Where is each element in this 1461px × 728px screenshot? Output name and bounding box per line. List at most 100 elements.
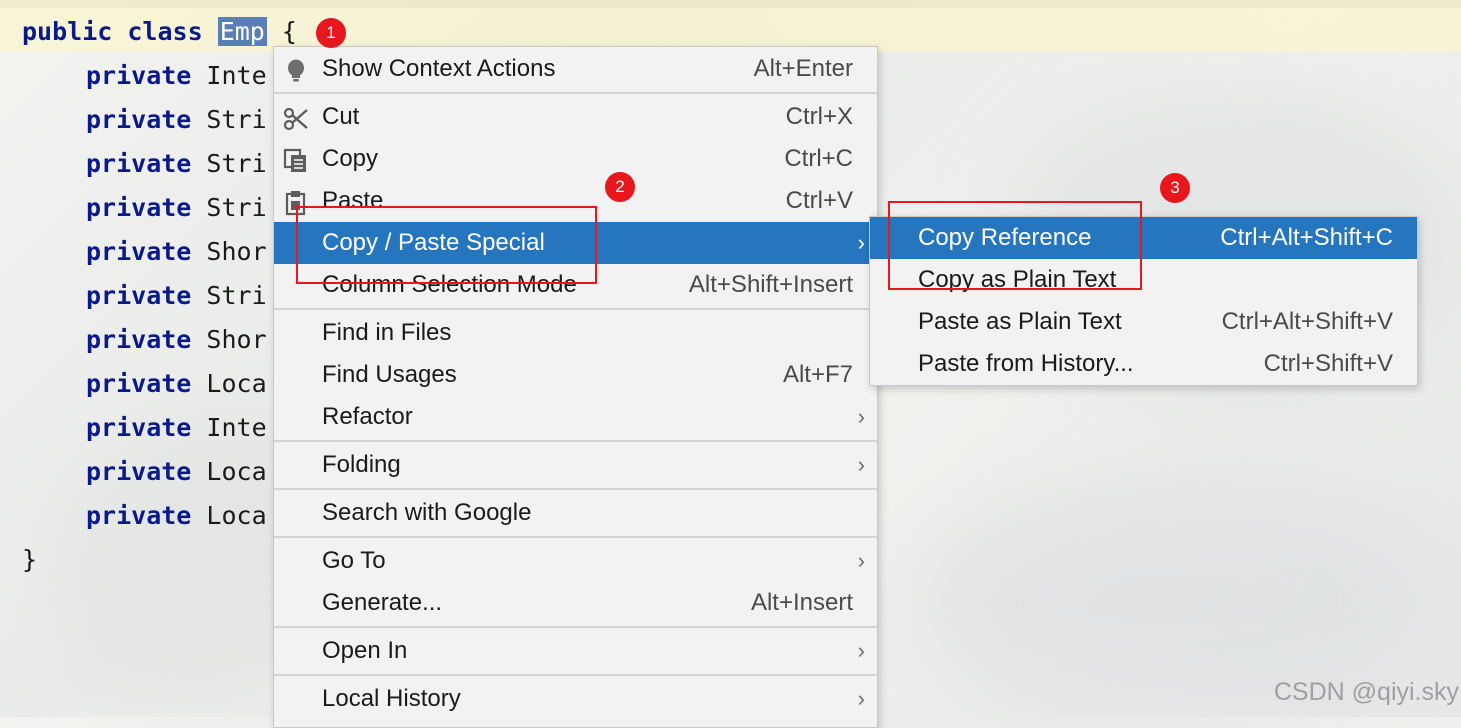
menu-separator [274, 626, 877, 628]
chevron-right-icon: › [857, 686, 865, 711]
field-type: Inte [206, 413, 267, 442]
submenu-item-paste-from-history[interactable]: Paste from History... Ctrl+Shift+V [870, 343, 1417, 385]
menu-item-shortcut: Ctrl+Shift+V [1263, 350, 1393, 377]
menu-item-label: Folding [322, 451, 401, 478]
menu-item-local-history[interactable]: Local History › [274, 678, 877, 720]
code-keyword: private [86, 325, 192, 354]
menu-item-open-in[interactable]: Open In › [274, 630, 877, 672]
menu-item-label: Open In [322, 637, 408, 664]
code-keyword: private [86, 457, 192, 486]
code-keyword: private [86, 237, 192, 266]
menu-item-shortcut: Ctrl+Alt+Shift+C [1220, 224, 1393, 251]
code-keyword: private [86, 105, 192, 134]
field-line[interactable]: private Inte [86, 54, 267, 98]
chevron-right-icon: › [857, 230, 865, 255]
code-keyword: private [86, 369, 192, 398]
lightbulb-icon [283, 56, 309, 82]
field-type: Loca [206, 369, 267, 398]
menu-item-folding[interactable]: Folding › [274, 444, 877, 486]
watermark: CSDN @qiyi.sky [1273, 678, 1459, 706]
chevron-right-icon: › [857, 548, 865, 573]
menu-item-generate[interactable]: Generate... Alt+Insert [274, 582, 877, 624]
code-keyword: private [86, 413, 192, 442]
menu-item-label: Refactor [322, 403, 413, 430]
menu-item-show-context-actions[interactable]: Show Context Actions Alt+Enter [274, 48, 877, 90]
menu-item-go-to[interactable]: Go To › [274, 540, 877, 582]
code-brace: { [281, 17, 297, 46]
field-line[interactable]: private Loca [86, 494, 267, 538]
field-line[interactable]: private Loca [86, 362, 267, 406]
annotation-box-copy-reference [888, 201, 1142, 290]
field-type: Loca [206, 501, 267, 530]
menu-item-cut[interactable]: Cut Ctrl+X [274, 96, 877, 138]
field-type: Inte [206, 61, 267, 90]
step-badge-1: 1 [316, 18, 346, 48]
code-keyword: private [86, 501, 192, 530]
menu-item-shortcut: Alt+Enter [753, 55, 853, 82]
field-line[interactable]: private Stri [86, 274, 267, 318]
editor-context-menu: Show Context Actions Alt+Enter Cut Ctrl+… [273, 46, 878, 728]
menu-item-label: Search with Google [322, 499, 532, 526]
field-type: Shor [206, 325, 267, 354]
menu-item-label: Paste from History... [918, 350, 1134, 377]
code-keyword: private [86, 281, 192, 310]
field-type: Loca [206, 457, 267, 486]
step-badge-2: 2 [605, 172, 635, 202]
menu-separator [274, 536, 877, 538]
submenu-item-paste-as-plain-text[interactable]: Paste as Plain Text Ctrl+Alt+Shift+V [870, 301, 1417, 343]
code-keyword: private [86, 193, 192, 222]
chevron-right-icon: › [857, 404, 865, 429]
menu-item-search-with-google[interactable]: Search with Google [274, 492, 877, 534]
field-type: Stri [206, 105, 267, 134]
field-line[interactable]: private Stri [86, 98, 267, 142]
menu-item-shortcut: Alt+Shift+Insert [688, 271, 853, 298]
menu-item-copy[interactable]: Copy Ctrl+C [274, 138, 877, 180]
field-type: Stri [206, 193, 267, 222]
menu-item-label: Show Context Actions [322, 55, 556, 82]
menu-item-shortcut: Ctrl+X [785, 103, 853, 130]
menu-item-refactor[interactable]: Refactor › [274, 396, 877, 438]
menu-item-label: Local History [322, 685, 461, 712]
field-type: Stri [206, 149, 267, 178]
editor-previous-line [0, 0, 1461, 8]
menu-item-label: Find in Files [322, 319, 452, 346]
scissors-icon [283, 104, 309, 131]
menu-item-label: Cut [322, 103, 360, 130]
menu-item-label: Go To [322, 547, 386, 574]
selected-class-name[interactable]: Emp [217, 17, 267, 46]
field-line[interactable]: private Stri [86, 186, 267, 230]
field-line[interactable]: private Loca [86, 450, 267, 494]
step-badge-3: 3 [1160, 173, 1190, 203]
menu-separator [274, 308, 877, 310]
annotation-box-copy-paste-special [296, 206, 597, 284]
code-keyword: private [86, 149, 192, 178]
chevron-right-icon: › [857, 452, 865, 477]
field-line[interactable]: private Shor [86, 318, 267, 362]
menu-separator [274, 674, 877, 676]
menu-item-shortcut: Ctrl+C [784, 145, 853, 172]
code-keyword: public class [22, 17, 203, 46]
menu-item-label: Paste as Plain Text [918, 308, 1122, 335]
field-line[interactable]: private Shor [86, 230, 267, 274]
menu-separator [274, 488, 877, 490]
menu-item-label: Generate... [322, 589, 443, 616]
copy-icon [283, 146, 309, 172]
menu-item-label: Find Usages [322, 361, 457, 388]
field-type: Stri [206, 281, 267, 310]
field-line[interactable]: private Inte [86, 406, 267, 450]
menu-item-shortcut: Ctrl+V [785, 187, 853, 214]
menu-item-find-in-files[interactable]: Find in Files [274, 312, 877, 354]
menu-separator [274, 92, 877, 94]
field-line[interactable]: private Stri [86, 142, 267, 186]
menu-item-shortcut: Alt+Insert [750, 589, 853, 616]
menu-item-find-usages[interactable]: Find Usages Alt+F7 [274, 354, 877, 396]
code-brace: } [22, 545, 38, 574]
menu-item-shortcut: Alt+F7 [782, 361, 853, 388]
closing-brace-line[interactable]: } [22, 538, 37, 582]
menu-item-label: Copy [322, 145, 379, 172]
menu-separator [274, 440, 877, 442]
class-declaration-line[interactable]: public class Emp { [22, 10, 297, 54]
code-keyword: private [86, 61, 192, 90]
field-type: Shor [206, 237, 267, 266]
menu-item-shortcut: Ctrl+Alt+Shift+V [1221, 308, 1393, 335]
